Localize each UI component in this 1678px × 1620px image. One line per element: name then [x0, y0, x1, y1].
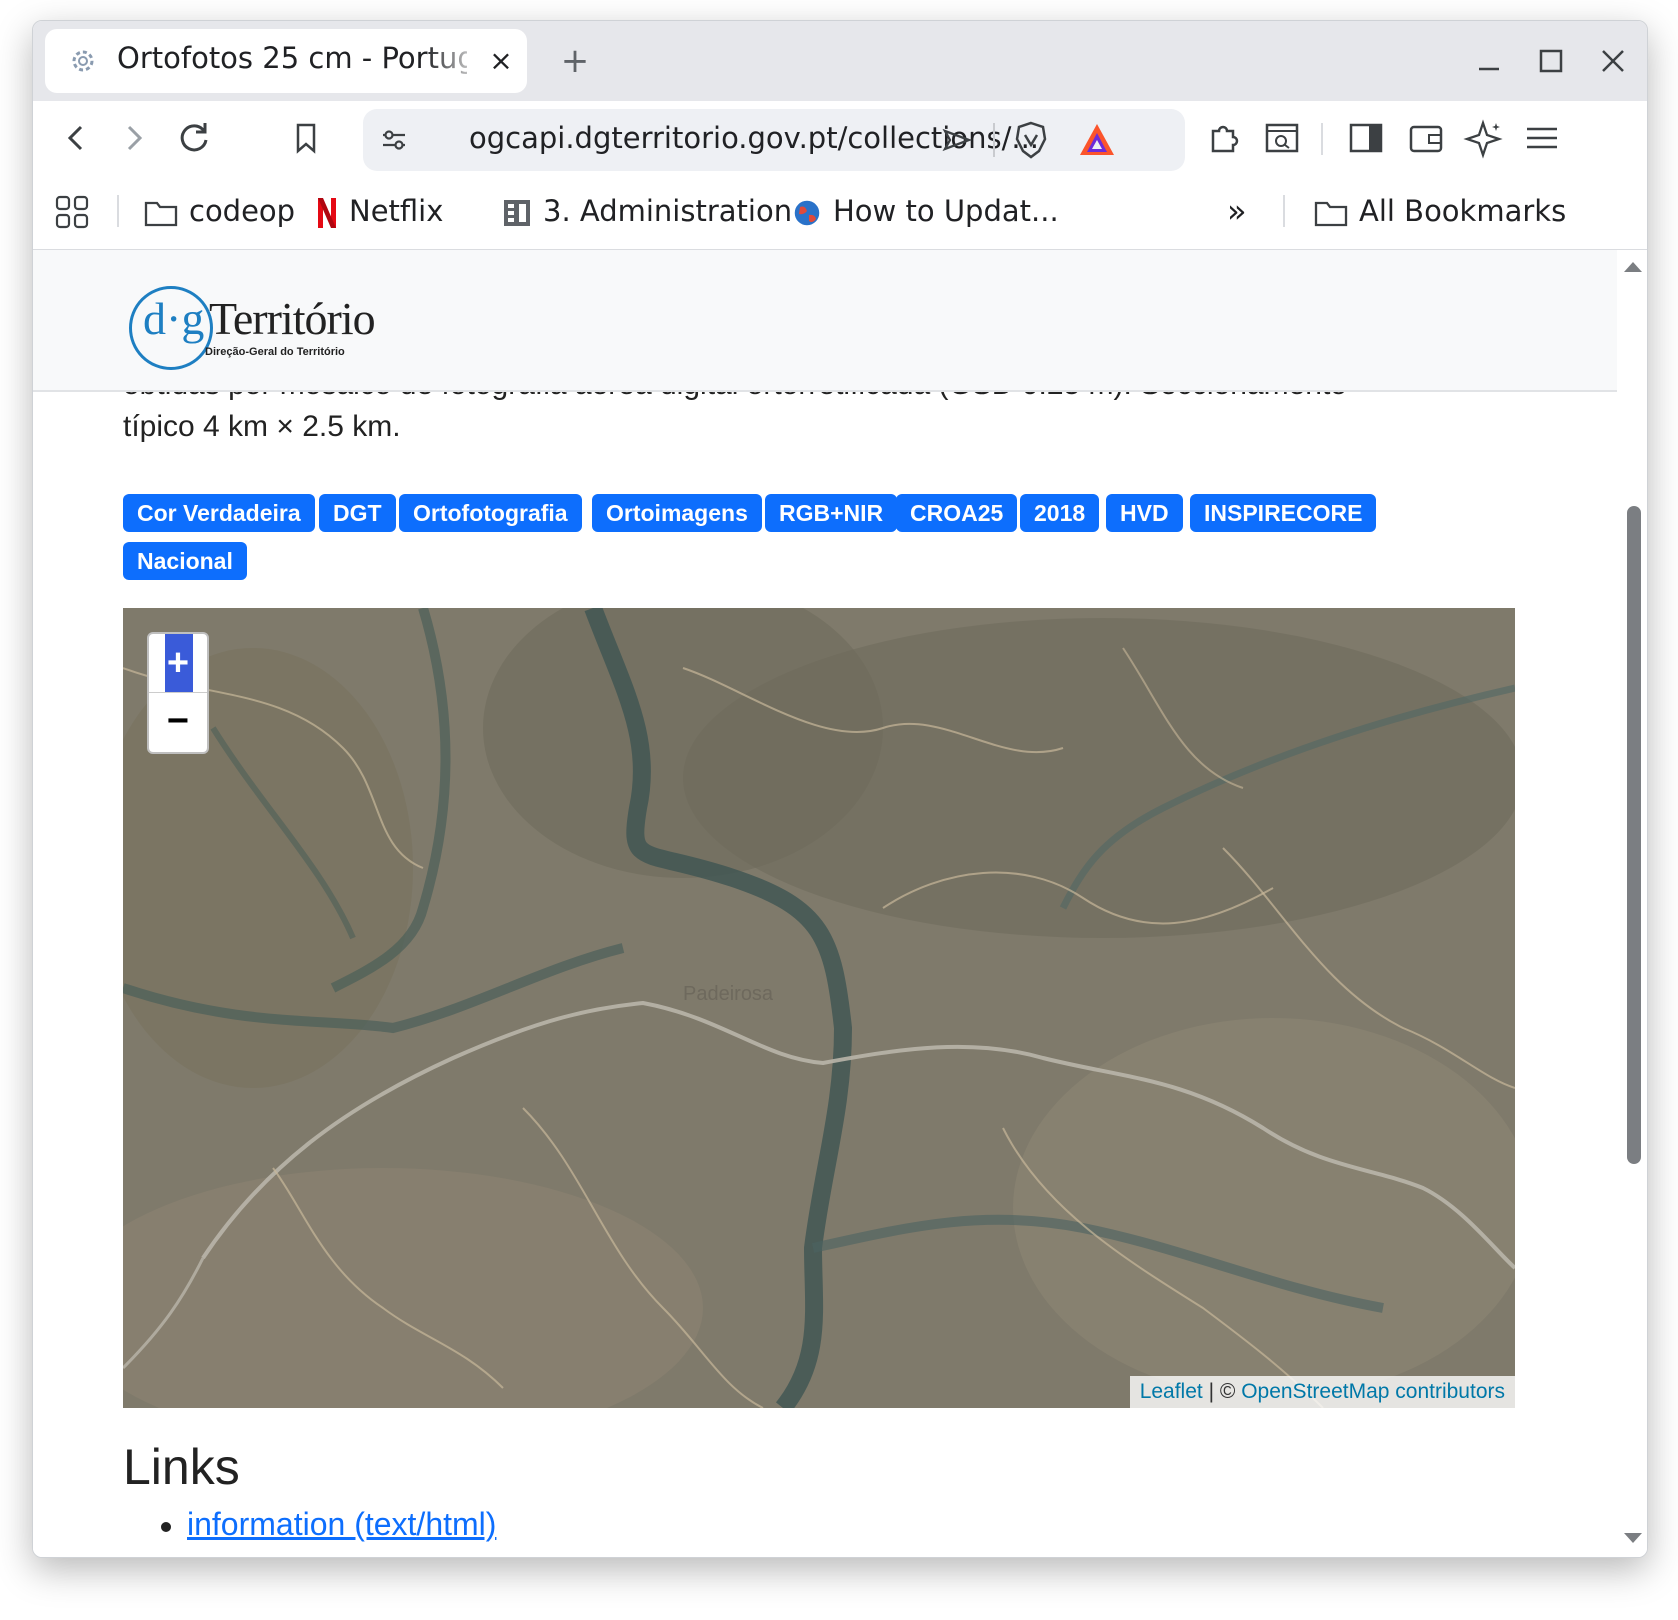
scrollbar-thumb[interactable] [1627, 506, 1641, 1164]
map-place-label: Padeirosa [683, 983, 774, 1005]
tag: Cor Verdadeira [123, 494, 315, 532]
logo-mark: d·g [143, 293, 205, 344]
bookmark-codeop[interactable]: codeop [143, 189, 295, 233]
information-link[interactable]: information (text/html) [187, 1506, 496, 1543]
brave-rewards-icon[interactable] [1077, 121, 1117, 159]
back-arrow-icon [67, 125, 83, 151]
tag: Ortofotografia [399, 494, 582, 532]
logo-name: Território [209, 293, 376, 344]
tag: INSPIRECORE [1190, 494, 1377, 532]
forward-button[interactable] [111, 115, 157, 161]
wallet-icon [1409, 125, 1443, 153]
osm-contributors-link[interactable]: OpenStreetMap contributors [1241, 1380, 1505, 1403]
bookmark-how-to-update[interactable]: How to Updat... [791, 189, 1059, 233]
building-icon [504, 200, 530, 226]
address-bar[interactable]: ogcapi.dgterritorio.gov.pt/collections/.… [363, 109, 1185, 171]
tag: HVD [1106, 494, 1183, 532]
tag: 2018 [1020, 494, 1100, 532]
menu-button[interactable] [1519, 115, 1565, 161]
scroll-down-arrow-icon[interactable] [1624, 1533, 1642, 1543]
folder-icon [1314, 201, 1348, 227]
site-header: d·g Território Direção-Geral do Territór… [33, 250, 1617, 392]
tab-active[interactable]: Ortofotos 25 cm - Portugal × [45, 29, 527, 93]
tag: CROA25 [896, 494, 1018, 532]
globe-icon [793, 199, 821, 227]
page-scrollbar[interactable] [1617, 250, 1647, 1557]
share-send-icon[interactable] [941, 125, 973, 155]
sidebar-panel-icon [1349, 123, 1383, 153]
new-tab-button[interactable]: + [553, 39, 597, 83]
reader-mode-button[interactable] [1259, 115, 1305, 161]
zoom-in-button[interactable]: + [149, 634, 207, 693]
folder-icon [144, 201, 178, 227]
minimize-button[interactable] [1467, 39, 1511, 83]
maximize-icon [1539, 49, 1563, 73]
bookmarks-bar: codeop Netflix 3. Administration How to … [33, 175, 1647, 250]
tab-close-icon[interactable]: × [485, 43, 517, 79]
more-bookmarks-button[interactable]: » [1227, 189, 1247, 233]
bookmark-administration[interactable]: 3. Administration [501, 189, 792, 233]
page-content: d·g Território Direção-Geral do Territór… [33, 250, 1647, 1557]
wallet-button[interactable] [1403, 115, 1449, 161]
browser-window: Ortofotos 25 cm - Portugal × + ogcapi.dg… [32, 20, 1648, 1558]
hamburger-menu-icon [1527, 127, 1557, 149]
reader-search-icon [1265, 123, 1299, 153]
sidebar-button[interactable] [1343, 115, 1389, 161]
back-button[interactable] [53, 115, 99, 161]
logo-subtitle: Direção-Geral do Território [205, 346, 345, 358]
close-icon [1602, 50, 1624, 72]
bookmark-button[interactable] [283, 115, 329, 161]
zoom-control: + − [147, 632, 209, 754]
description-text: típico 4 km × 2.5 km. [123, 410, 401, 443]
puzzle-icon [1211, 125, 1239, 153]
bookmark-netflix[interactable]: Netflix [315, 189, 443, 233]
minimize-icon [1479, 67, 1499, 71]
gear-favicon-icon [72, 50, 94, 72]
close-window-button[interactable] [1591, 39, 1635, 83]
tag: DGT [319, 494, 396, 532]
brave-shields-icon[interactable] [1011, 119, 1051, 161]
tab-title: Ortofotos 25 cm - Portugal [117, 41, 467, 75]
netflix-icon [318, 198, 336, 228]
ai-sparkle-icon [1463, 119, 1503, 159]
reload-icon [180, 123, 208, 152]
forward-arrow-icon [127, 125, 143, 151]
leo-ai-button[interactable] [1461, 115, 1507, 161]
tag: RGB+NIR [765, 494, 898, 532]
bookmark-icon [296, 123, 316, 154]
orthophoto-map-image: Padeirosa [123, 608, 1515, 1408]
links-heading: Links [123, 1439, 240, 1495]
tag: Nacional [123, 542, 247, 580]
toolbar: ogcapi.dgterritorio.gov.pt/collections/.… [33, 101, 1647, 175]
site-settings-icon [383, 130, 405, 150]
apps-grid-icon[interactable] [53, 193, 93, 233]
tag: Ortoimagens [592, 494, 762, 532]
zoom-out-button[interactable]: − [149, 694, 207, 752]
maximize-button[interactable] [1529, 39, 1573, 83]
reload-button[interactable] [171, 115, 217, 161]
map-attribution: Leaflet | © OpenStreetMap contributors [1129, 1376, 1515, 1408]
leaflet-link[interactable]: Leaflet [1140, 1380, 1203, 1403]
tab-strip: Ortofotos 25 cm - Portugal × + [33, 21, 1647, 101]
scroll-up-arrow-icon[interactable] [1624, 262, 1642, 272]
all-bookmarks-button[interactable]: All Bookmarks [1313, 189, 1566, 233]
map-viewer[interactable]: Padeirosa + − Leaflet | © OpenStreetMap … [123, 608, 1515, 1408]
extensions-button[interactable] [1201, 115, 1247, 161]
